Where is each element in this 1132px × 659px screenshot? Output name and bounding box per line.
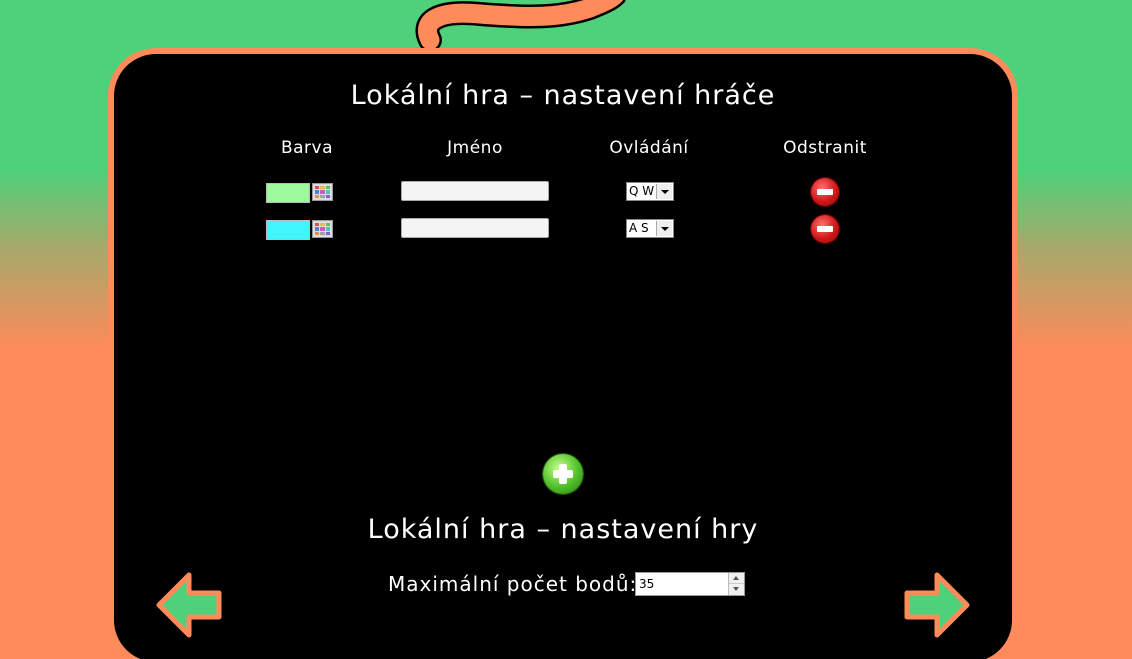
remove-circle-icon[interactable] xyxy=(811,215,839,243)
section-title-game: Lokální hra – nastavení hry xyxy=(367,514,759,545)
arrow-right-icon[interactable] xyxy=(904,572,970,638)
page-title: Lokální hra – nastavení hráče xyxy=(350,80,776,111)
player-color-swatch[interactable] xyxy=(266,220,310,240)
player-color-swatch[interactable] xyxy=(266,183,310,203)
player-controls-select[interactable]: Q W xyxy=(626,182,674,201)
player-controls-value: A S xyxy=(629,221,649,235)
player-row: Q W xyxy=(114,178,1012,210)
stepper-down-icon[interactable] xyxy=(729,584,744,595)
column-header-color: Barva xyxy=(280,138,334,158)
max-points-stepper[interactable]: 35 xyxy=(635,572,745,596)
max-points-label: Maximální počet bodů: xyxy=(388,572,638,596)
max-points-value: 35 xyxy=(639,577,655,591)
chevron-down-icon xyxy=(656,221,672,236)
worm-decoration xyxy=(415,0,626,50)
stepper-buttons xyxy=(728,573,744,595)
player-name-input[interactable] xyxy=(401,181,549,201)
player-controls-select[interactable]: A S xyxy=(626,219,674,238)
player-row: A S xyxy=(114,215,1012,247)
settings-panel: Lokální hra – nastavení hráče Barva Jmén… xyxy=(108,48,1018,659)
chevron-down-icon xyxy=(656,184,672,199)
add-circle-icon[interactable] xyxy=(543,454,583,494)
column-header-remove: Odstranit xyxy=(783,138,867,158)
remove-circle-icon[interactable] xyxy=(811,178,839,206)
arrow-left-icon[interactable] xyxy=(156,572,222,638)
player-name-input[interactable] xyxy=(401,218,549,238)
column-header-controls: Ovládání xyxy=(609,138,689,158)
color-palette-icon[interactable] xyxy=(312,220,333,238)
stepper-up-icon[interactable] xyxy=(729,573,744,584)
color-palette-icon[interactable] xyxy=(312,183,333,201)
column-header-name: Jméno xyxy=(447,138,503,158)
player-controls-value: Q W xyxy=(629,184,655,198)
